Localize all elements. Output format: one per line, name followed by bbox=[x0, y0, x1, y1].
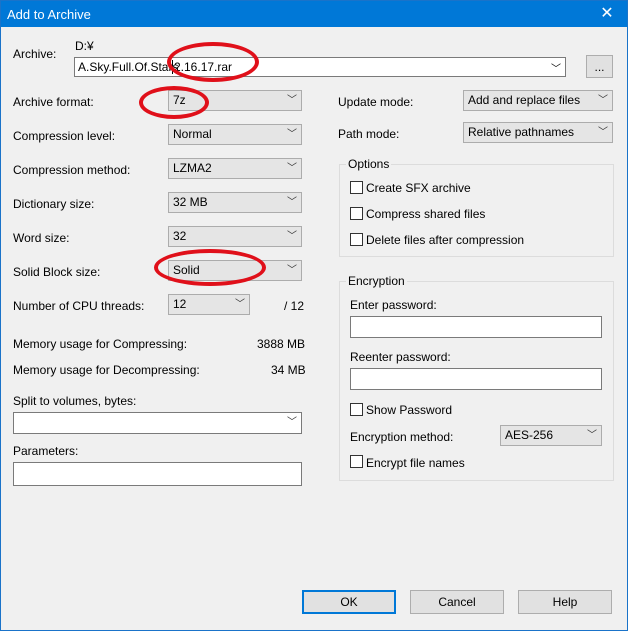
compression-method-select[interactable]: LZMA2 ﹀ bbox=[168, 158, 302, 179]
solid-block-size-label: Solid Block size: bbox=[13, 265, 101, 279]
dictionary-size-label: Dictionary size: bbox=[13, 197, 95, 211]
archive-name-part2: 2.16.17.rar bbox=[172, 60, 233, 74]
add-to-archive-dialog: Add to Archive ✕ Archive: D:¥ A.Sky.Full… bbox=[0, 0, 628, 631]
archive-format-label: Archive format: bbox=[13, 95, 94, 109]
dictionary-size-select[interactable]: 32 MB ﹀ bbox=[168, 192, 302, 213]
chevron-down-icon: ﹀ bbox=[235, 299, 245, 310]
encrypt-names-label: Encrypt file names bbox=[366, 456, 465, 470]
encryption-method-value: AES-256 bbox=[505, 428, 554, 442]
ok-button[interactable]: OK bbox=[302, 590, 396, 614]
enter-password-label: Enter password: bbox=[350, 298, 437, 312]
cpu-threads-value: 12 bbox=[173, 297, 187, 311]
compression-level-label: Compression level: bbox=[13, 129, 116, 143]
word-size-label: Word size: bbox=[13, 231, 70, 245]
title-bar: Add to Archive ✕ bbox=[1, 1, 627, 27]
close-icon[interactable]: ✕ bbox=[587, 1, 627, 27]
chevron-down-icon: ﹀ bbox=[287, 417, 297, 428]
create-sfx-label: Create SFX archive bbox=[366, 181, 471, 195]
memory-compress-label: Memory usage for Compressing: bbox=[13, 337, 188, 351]
delete-after-checkbox[interactable] bbox=[350, 233, 363, 246]
chevron-down-icon: ﹀ bbox=[287, 129, 297, 140]
chevron-down-icon: ﹀ bbox=[287, 265, 297, 276]
compression-method-label: Compression method: bbox=[13, 163, 131, 177]
cpu-threads-label: Number of CPU threads: bbox=[13, 299, 145, 313]
help-button[interactable]: Help bbox=[518, 590, 612, 614]
path-mode-value: Relative pathnames bbox=[468, 125, 575, 139]
create-sfx-checkbox[interactable] bbox=[350, 181, 363, 194]
solid-block-size-value: Solid bbox=[173, 263, 200, 277]
options-title: Options bbox=[346, 157, 392, 171]
word-size-select[interactable]: 32 ﹀ bbox=[168, 226, 302, 247]
chevron-down-icon: ﹀ bbox=[598, 95, 608, 106]
split-volumes-label: Split to volumes, bytes: bbox=[13, 394, 137, 408]
archive-name-part1: A.Sky.Full.Of.Stars bbox=[78, 60, 179, 74]
reenter-password-input[interactable] bbox=[350, 368, 602, 390]
cancel-button[interactable]: Cancel bbox=[410, 590, 504, 614]
show-password-checkbox[interactable] bbox=[350, 403, 363, 416]
path-mode-select[interactable]: Relative pathnames ﹀ bbox=[463, 122, 613, 143]
dictionary-size-value: 32 MB bbox=[173, 195, 208, 209]
memory-decompress-value: 34 MB bbox=[271, 363, 306, 377]
memory-decompress-label: Memory usage for Decompressing: bbox=[13, 363, 200, 377]
path-mode-label: Path mode: bbox=[338, 127, 400, 141]
chevron-down-icon: ﹀ bbox=[287, 197, 297, 208]
delete-after-label: Delete files after compression bbox=[366, 233, 525, 247]
chevron-down-icon: ﹀ bbox=[551, 64, 561, 75]
chevron-down-icon: ﹀ bbox=[587, 430, 597, 441]
reenter-password-label: Reenter password: bbox=[350, 350, 451, 364]
archive-format-select[interactable]: 7z ﹀ bbox=[168, 90, 302, 111]
parameters-label: Parameters: bbox=[13, 444, 79, 458]
encryption-method-select[interactable]: AES-256 ﹀ bbox=[500, 425, 602, 446]
browse-button[interactable]: ... bbox=[586, 55, 613, 78]
cpu-threads-select[interactable]: 12 ﹀ bbox=[168, 294, 250, 315]
cpu-threads-max: / 12 bbox=[284, 299, 305, 313]
chevron-down-icon: ﹀ bbox=[287, 95, 297, 106]
archive-directory: D:¥ bbox=[75, 39, 94, 53]
encryption-title: Encryption bbox=[346, 274, 407, 288]
encrypt-names-checkbox[interactable] bbox=[350, 455, 363, 468]
show-password-label: Show Password bbox=[366, 403, 453, 417]
update-mode-select[interactable]: Add and replace files ﹀ bbox=[463, 90, 613, 111]
parameters-input[interactable] bbox=[13, 462, 302, 486]
word-size-value: 32 bbox=[173, 229, 187, 243]
compress-shared-checkbox[interactable] bbox=[350, 207, 363, 220]
encryption-method-label: Encryption method: bbox=[350, 430, 454, 444]
split-volumes-combo[interactable]: ﹀ bbox=[13, 412, 302, 434]
solid-block-size-select[interactable]: Solid ﹀ bbox=[168, 260, 302, 281]
chevron-down-icon: ﹀ bbox=[598, 127, 608, 138]
update-mode-value: Add and replace files bbox=[468, 93, 581, 107]
compression-level-select[interactable]: Normal ﹀ bbox=[168, 124, 302, 145]
window-title: Add to Archive bbox=[7, 7, 91, 22]
enter-password-input[interactable] bbox=[350, 316, 602, 338]
compression-level-value: Normal bbox=[173, 127, 212, 141]
chevron-down-icon: ﹀ bbox=[287, 163, 297, 174]
chevron-down-icon: ﹀ bbox=[287, 231, 297, 242]
update-mode-label: Update mode: bbox=[338, 95, 414, 109]
archive-name-combo[interactable]: A.Sky.Full.Of.Stars 2.16.17.rar ﹀ bbox=[74, 57, 566, 77]
memory-compress-value: 3888 MB bbox=[257, 337, 306, 351]
compress-shared-label: Compress shared files bbox=[366, 207, 486, 221]
archive-label: Archive: bbox=[13, 47, 57, 61]
compression-method-value: LZMA2 bbox=[173, 161, 212, 175]
archive-format-value: 7z bbox=[173, 93, 186, 107]
